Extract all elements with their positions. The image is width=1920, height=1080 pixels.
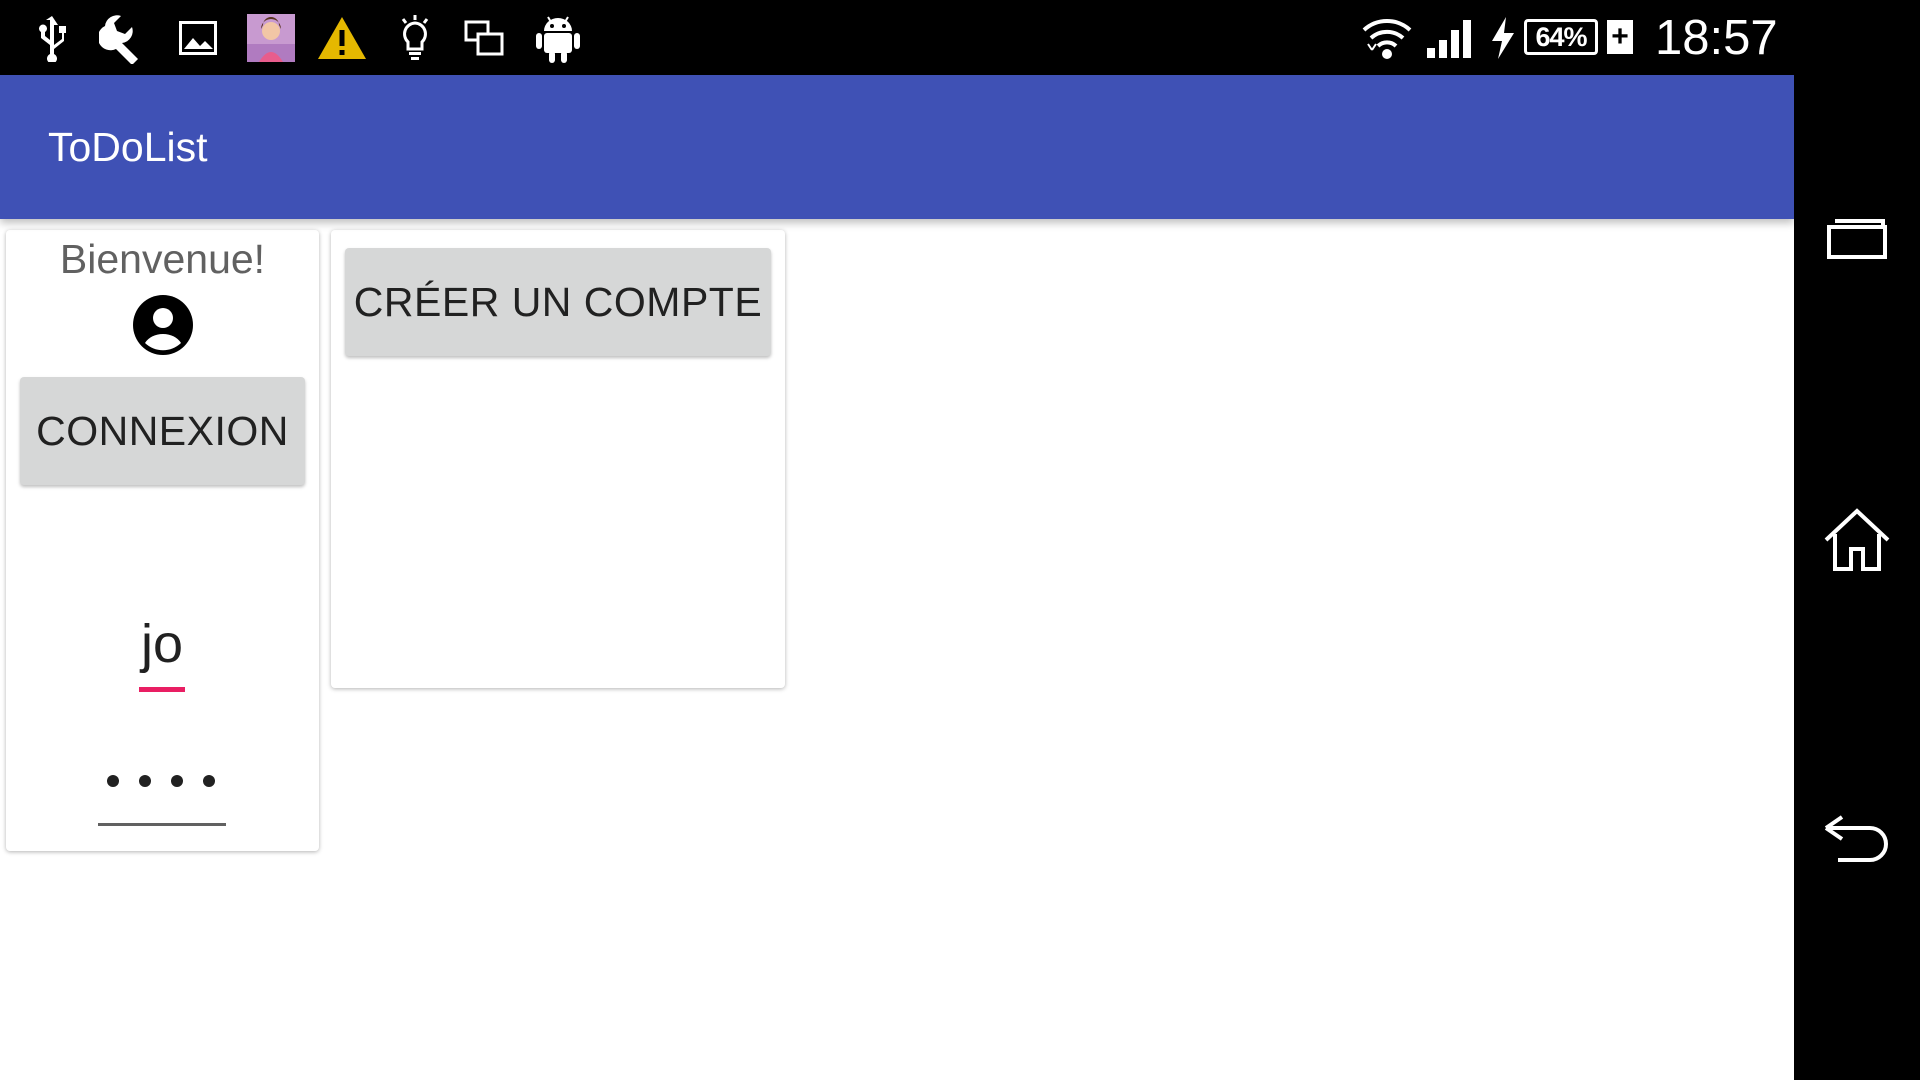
account-circle-icon [131,293,195,357]
wifi-icon [1360,0,1414,75]
welcome-text: Bienvenue! [59,236,266,282]
username-field[interactable]: jo [139,613,185,693]
username-value[interactable]: jo [139,613,185,675]
warning-icon [315,0,369,75]
signal-icon [1426,0,1474,75]
charging-bolt-icon [1488,0,1518,75]
clock: 18:57 [1655,10,1778,65]
wrench-icon [98,0,152,75]
android-icon [535,0,581,75]
home-icon[interactable] [1794,508,1920,574]
password-underline [98,823,226,826]
create-account-button[interactable]: CRÉER UN COMPTE [345,248,771,356]
connexion-button[interactable]: CONNEXION [20,377,305,485]
back-icon[interactable] [1794,814,1920,864]
password-field[interactable] [98,752,226,827]
screens-icon [463,0,505,75]
password-dots [107,775,215,787]
battery-charging-plus: + [1607,20,1633,54]
battery-level: 64% [1524,19,1598,55]
battery-icon: 64% [1524,17,1604,57]
avatar-notification-icon [246,0,296,75]
app-bar: ToDoList [0,75,1794,219]
image-icon [177,0,219,75]
recent-apps-icon[interactable] [1794,215,1920,265]
status-bar: 64% + 18:57 [0,0,1794,75]
lightbulb-icon [395,0,435,75]
navigation-bar [1794,0,1920,1080]
username-underline [139,687,185,692]
app-title: ToDoList [48,123,208,170]
usb-icon [32,0,72,75]
